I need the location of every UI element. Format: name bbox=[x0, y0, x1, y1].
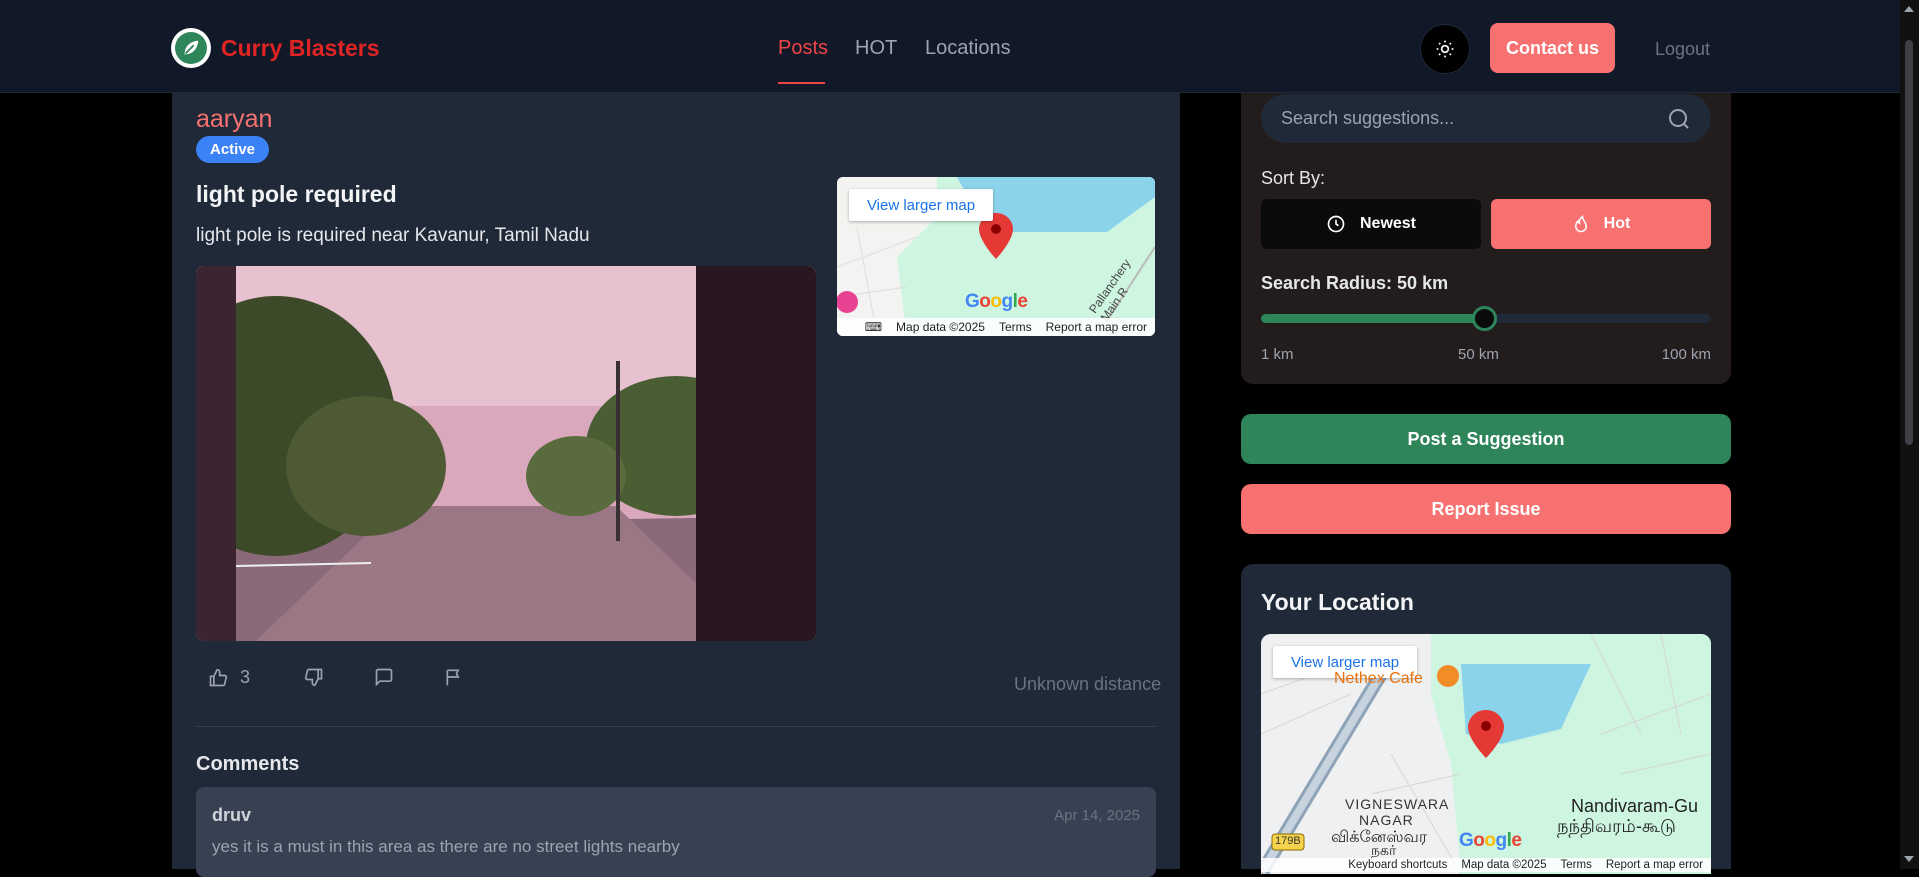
radius-tick-mid: 50 km bbox=[1458, 346, 1499, 363]
theme-toggle-button[interactable] bbox=[1420, 24, 1470, 74]
comment-author[interactable]: druv bbox=[212, 805, 251, 826]
comment-icon bbox=[375, 668, 393, 687]
page-scrollbar[interactable] bbox=[1900, 0, 1919, 869]
sort-by-label: Sort By: bbox=[1261, 168, 1326, 188]
sun-icon bbox=[1436, 40, 1454, 58]
filter-panel: Sort By: Newest Hot Search Radius: 50 km… bbox=[1241, 93, 1731, 384]
thumbs-down-icon bbox=[304, 668, 323, 687]
upvote-button[interactable]: 3 bbox=[208, 667, 250, 688]
comment-item: druv Apr 14, 2025 yes it is a must in th… bbox=[196, 787, 1156, 877]
map-footer: ⌨ Map data ©2025 Terms Report a map erro… bbox=[837, 318, 1155, 336]
nav-hot[interactable]: HOT bbox=[855, 37, 897, 60]
flame-icon bbox=[1574, 215, 1587, 233]
radius-slider[interactable] bbox=[1261, 306, 1711, 331]
keyboard-icon[interactable]: ⌨ bbox=[865, 320, 882, 334]
nav-locations[interactable]: Locations bbox=[925, 37, 1011, 60]
radius-tick-min: 1 km bbox=[1261, 346, 1294, 363]
post-suggestion-button[interactable]: Post a Suggestion bbox=[1241, 414, 1731, 464]
search-input[interactable] bbox=[1281, 108, 1667, 129]
comment-text: yes it is a must in this area as there a… bbox=[212, 837, 680, 856]
radius-slider-fill bbox=[1261, 314, 1484, 323]
your-location-panel: Your Location View larger map Nethex Caf… bbox=[1241, 564, 1731, 874]
status-badge: Active bbox=[196, 136, 270, 163]
comment-button[interactable] bbox=[374, 667, 394, 687]
search-icon[interactable] bbox=[1667, 107, 1691, 131]
location-heading: Your Location bbox=[1261, 589, 1414, 615]
post-distance: Unknown distance bbox=[1014, 674, 1162, 694]
sort-hot-button[interactable]: Hot bbox=[1491, 199, 1711, 249]
post-description: light pole is required near Kavanur, Tam… bbox=[196, 225, 590, 246]
post-title: light pole required bbox=[196, 181, 397, 207]
clock-icon bbox=[1327, 215, 1345, 233]
your-location-map[interactable]: View larger map Nethex Cafe VIGNESWARA N… bbox=[1261, 634, 1711, 874]
view-larger-map-button[interactable]: View larger map bbox=[849, 189, 993, 221]
scrollbar-thumb[interactable] bbox=[1905, 40, 1913, 445]
top-navbar: Curry Blasters Posts HOT Locations Conta… bbox=[0, 0, 1900, 93]
thumbs-up-icon bbox=[209, 668, 228, 686]
scroll-down-icon[interactable] bbox=[1904, 856, 1914, 862]
search-radius-label: Search Radius: 50 km bbox=[1261, 273, 1449, 293]
google-logo: Google bbox=[965, 291, 1028, 312]
post-location-map[interactable]: View larger map Google Pallanchery Main … bbox=[837, 177, 1155, 336]
contact-us-button[interactable]: Contact us bbox=[1490, 23, 1615, 73]
map-terms-link[interactable]: Terms bbox=[1561, 859, 1592, 871]
radius-tick-max: 100 km bbox=[1661, 346, 1711, 363]
search-box[interactable] bbox=[1261, 94, 1711, 143]
nav-active-indicator bbox=[778, 82, 825, 84]
map-terms-link[interactable]: Terms bbox=[999, 320, 1032, 334]
radius-slider-thumb[interactable] bbox=[1471, 306, 1497, 331]
highway-shield: 179B bbox=[1275, 835, 1301, 847]
comment-date: Apr 14, 2025 bbox=[1054, 807, 1140, 824]
map-footer: Keyboard shortcuts Map data ©2025 Terms … bbox=[1261, 858, 1711, 872]
map-report-link[interactable]: Report a map error bbox=[1606, 859, 1703, 871]
downvote-button[interactable] bbox=[304, 667, 324, 687]
brand-name[interactable]: Curry Blasters bbox=[221, 35, 380, 62]
scroll-up-icon[interactable] bbox=[1904, 6, 1914, 12]
divider bbox=[196, 726, 1156, 727]
leaf-logo-icon[interactable] bbox=[171, 28, 211, 68]
post-author[interactable]: aaryan bbox=[196, 105, 272, 134]
nav-posts[interactable]: Posts bbox=[778, 37, 828, 60]
keyboard-shortcuts-link[interactable]: Keyboard shortcuts bbox=[1348, 859, 1447, 871]
sort-newest-button[interactable]: Newest bbox=[1261, 199, 1481, 249]
map-place-label: Nethex Cafe bbox=[1334, 670, 1423, 687]
logout-link[interactable]: Logout bbox=[1655, 39, 1710, 60]
report-issue-button[interactable]: Report Issue bbox=[1241, 484, 1731, 534]
flag-button[interactable] bbox=[444, 667, 464, 687]
google-logo: Google bbox=[1459, 830, 1522, 851]
post-card: aaryan Active light pole required light … bbox=[172, 93, 1180, 877]
map-report-link[interactable]: Report a map error bbox=[1046, 320, 1147, 334]
comments-heading: Comments bbox=[196, 753, 300, 775]
flag-icon bbox=[446, 669, 460, 686]
upvote-count: 3 bbox=[240, 667, 251, 687]
post-photo[interactable] bbox=[196, 266, 816, 641]
